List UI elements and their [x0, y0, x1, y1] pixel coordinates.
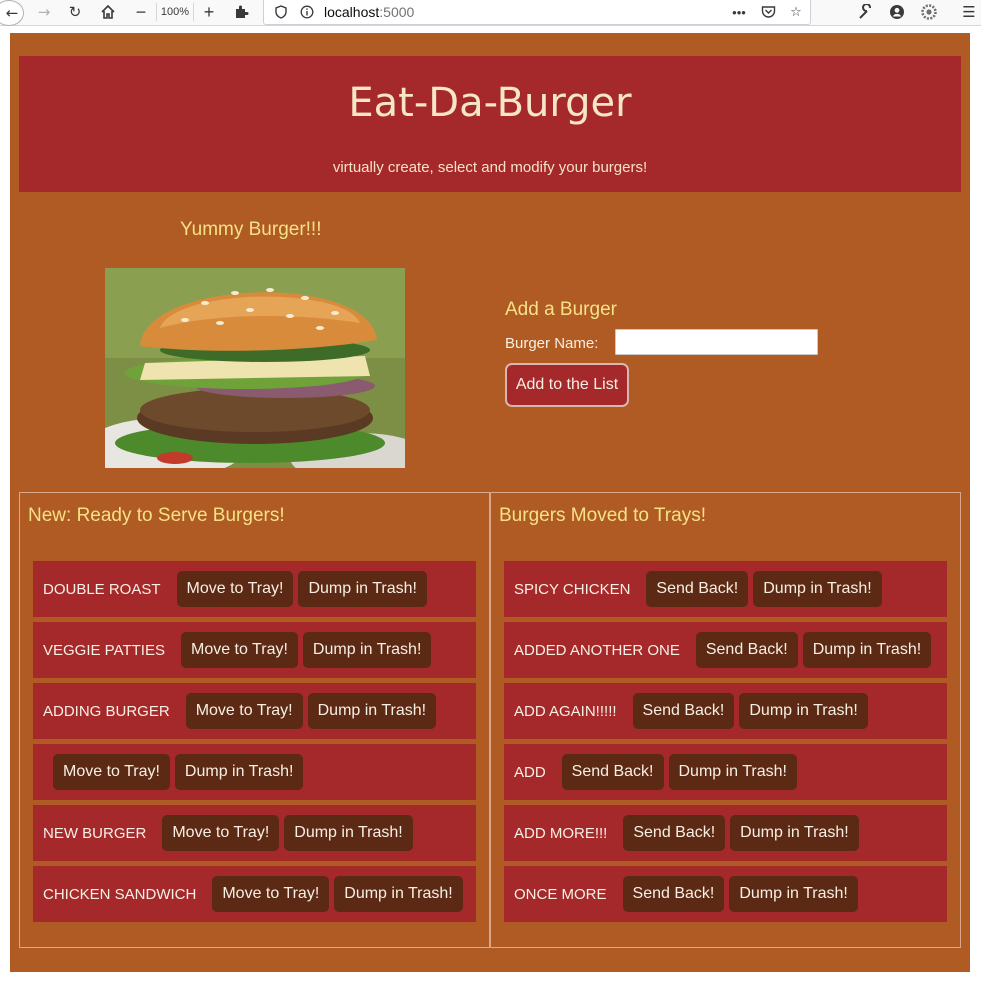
move-to-tray-button[interactable]: Move to Tray! [53, 754, 170, 790]
browser-toolbar: ← → ↻ − 100% + localhost:5000 ••• ☆ ☰ [0, 0, 981, 26]
menu-icon[interactable]: ☰ [958, 2, 980, 22]
shield-icon[interactable] [272, 3, 290, 21]
burger-row: Move to Tray! Dump in Trash! [33, 744, 476, 800]
bookmark-star-icon[interactable]: ☆ [787, 3, 805, 21]
pocket-icon[interactable] [759, 3, 777, 21]
dump-in-trash-button[interactable]: Dump in Trash! [298, 571, 427, 607]
tray-burgers-panel: Burgers Moved to Trays! SPICY CHICKEN Sen… [490, 492, 961, 948]
dump-in-trash-button[interactable]: Dump in Trash! [668, 754, 797, 790]
burger-row: ADD Send Back! Dump in Trash! [504, 744, 947, 800]
burger-name: NEW BURGER [43, 824, 147, 842]
move-to-tray-button[interactable]: Move to Tray! [212, 876, 330, 912]
account-icon[interactable] [886, 2, 908, 22]
burger-row: ONCE MORE Send Back! Dump in Trash! [504, 866, 947, 922]
burger-row: ADDING BURGER Move to Tray! Dump in Trash! [33, 683, 476, 739]
header-banner: Eat-Da-Burger virtually create, select a… [19, 56, 961, 192]
new-burgers-title: New: Ready to Serve Burgers! [28, 505, 285, 526]
zoom-out-button[interactable]: − [130, 2, 152, 22]
dump-in-trash-button[interactable]: Dump in Trash! [729, 876, 858, 912]
burger-name: ADDED ANOTHER ONE [514, 641, 680, 659]
showcase-heading: Yummy Burger!!! [180, 219, 322, 240]
dump-in-trash-button[interactable]: Dump in Trash! [802, 632, 932, 668]
send-back-button[interactable]: Send Back! [695, 632, 798, 668]
add-burger-title: Add a Burger [505, 299, 617, 320]
dump-in-trash-button[interactable]: Dump in Trash! [730, 815, 859, 851]
tray-burgers-title: Burgers Moved to Trays! [499, 505, 706, 526]
burger-name: ADD [514, 763, 546, 781]
burger-row: DOUBLE ROAST Move to Tray! Dump in Trash! [33, 561, 476, 617]
dump-in-trash-button[interactable]: Dump in Trash! [753, 571, 882, 607]
dump-in-trash-button[interactable]: Dump in Trash! [174, 754, 304, 790]
burger-name-label: Burger Name: [505, 335, 599, 352]
dump-in-trash-button[interactable]: Dump in Trash! [307, 693, 437, 729]
burger-name-input[interactable] [615, 329, 818, 355]
move-to-tray-button[interactable]: Move to Tray! [185, 693, 303, 729]
burger-row: NEW BURGER Move to Tray! Dump in Trash! [33, 805, 476, 861]
back-arrow-icon[interactable]: ← [0, 0, 24, 26]
burger-name: ADD AGAIN!!!!! [514, 702, 617, 720]
reload-icon[interactable]: ↻ [64, 2, 86, 22]
burger-row: VEGGIE PATTIES Move to Tray! Dump in Trash… [33, 622, 476, 678]
dump-in-trash-button[interactable]: Dump in Trash! [302, 632, 432, 668]
send-back-button[interactable]: Send Back! [632, 693, 735, 729]
burger-row: SPICY CHICKEN Send Back! Dump in Trash! [504, 561, 947, 617]
burger-name: ADDING BURGER [43, 702, 170, 720]
send-back-button[interactable]: Send Back! [622, 876, 725, 912]
zoom-in-button[interactable]: + [198, 2, 220, 22]
page-title: Eat-Da-Burger [348, 80, 632, 126]
burger-row: ADD MORE!!! Send Back! Dump in Trash! [504, 805, 947, 861]
move-to-tray-button[interactable]: Move to Tray! [176, 571, 294, 607]
move-to-tray-button[interactable]: Move to Tray! [162, 815, 280, 851]
burger-image [105, 268, 405, 468]
burger-row: CHICKEN SANDWICH Move to Tray! Dump in Tra… [33, 866, 476, 922]
add-to-list-button[interactable]: Add to the List [505, 363, 629, 407]
wrench-icon[interactable] [855, 2, 877, 22]
zoom-level[interactable]: 100% [156, 3, 194, 21]
home-icon[interactable] [97, 2, 119, 22]
page-actions-icon[interactable]: ••• [730, 3, 748, 21]
page-subtitle: virtually create, select and modify your… [332, 159, 648, 176]
send-back-button[interactable]: Send Back! [561, 754, 664, 790]
move-to-tray-button[interactable]: Move to Tray! [180, 632, 298, 668]
dump-in-trash-button[interactable]: Dump in Trash! [334, 876, 463, 912]
url-text: localhost:5000 [324, 4, 415, 20]
info-icon[interactable] [298, 3, 316, 21]
burger-name: DOUBLE ROAST [43, 580, 161, 598]
extensions-icon[interactable] [230, 2, 252, 22]
page-container: Eat-Da-Burger virtually create, select a… [10, 33, 970, 972]
dump-in-trash-button[interactable]: Dump in Trash! [284, 815, 413, 851]
send-back-button[interactable]: Send Back! [646, 571, 749, 607]
burger-row: ADD AGAIN!!!!! Send Back! Dump in Trash! [504, 683, 947, 739]
settings-gear-icon[interactable] [918, 2, 940, 22]
forward-arrow-icon[interactable]: → [33, 2, 55, 22]
address-bar[interactable]: localhost:5000 ••• ☆ [263, 0, 811, 25]
burger-name: ONCE MORE [514, 885, 607, 903]
dump-in-trash-button[interactable]: Dump in Trash! [739, 693, 868, 729]
burger-name: CHICKEN SANDWICH [43, 885, 197, 903]
burger-name: VEGGIE PATTIES [43, 641, 165, 659]
new-burgers-panel: New: Ready to Serve Burgers! DOUBLE ROAS… [19, 492, 490, 948]
burger-row: ADDED ANOTHER ONE Send Back! Dump in Trash… [504, 622, 947, 678]
send-back-button[interactable]: Send Back! [623, 815, 726, 851]
burger-name: SPICY CHICKEN [514, 580, 631, 598]
burger-name: ADD MORE!!! [514, 824, 608, 842]
